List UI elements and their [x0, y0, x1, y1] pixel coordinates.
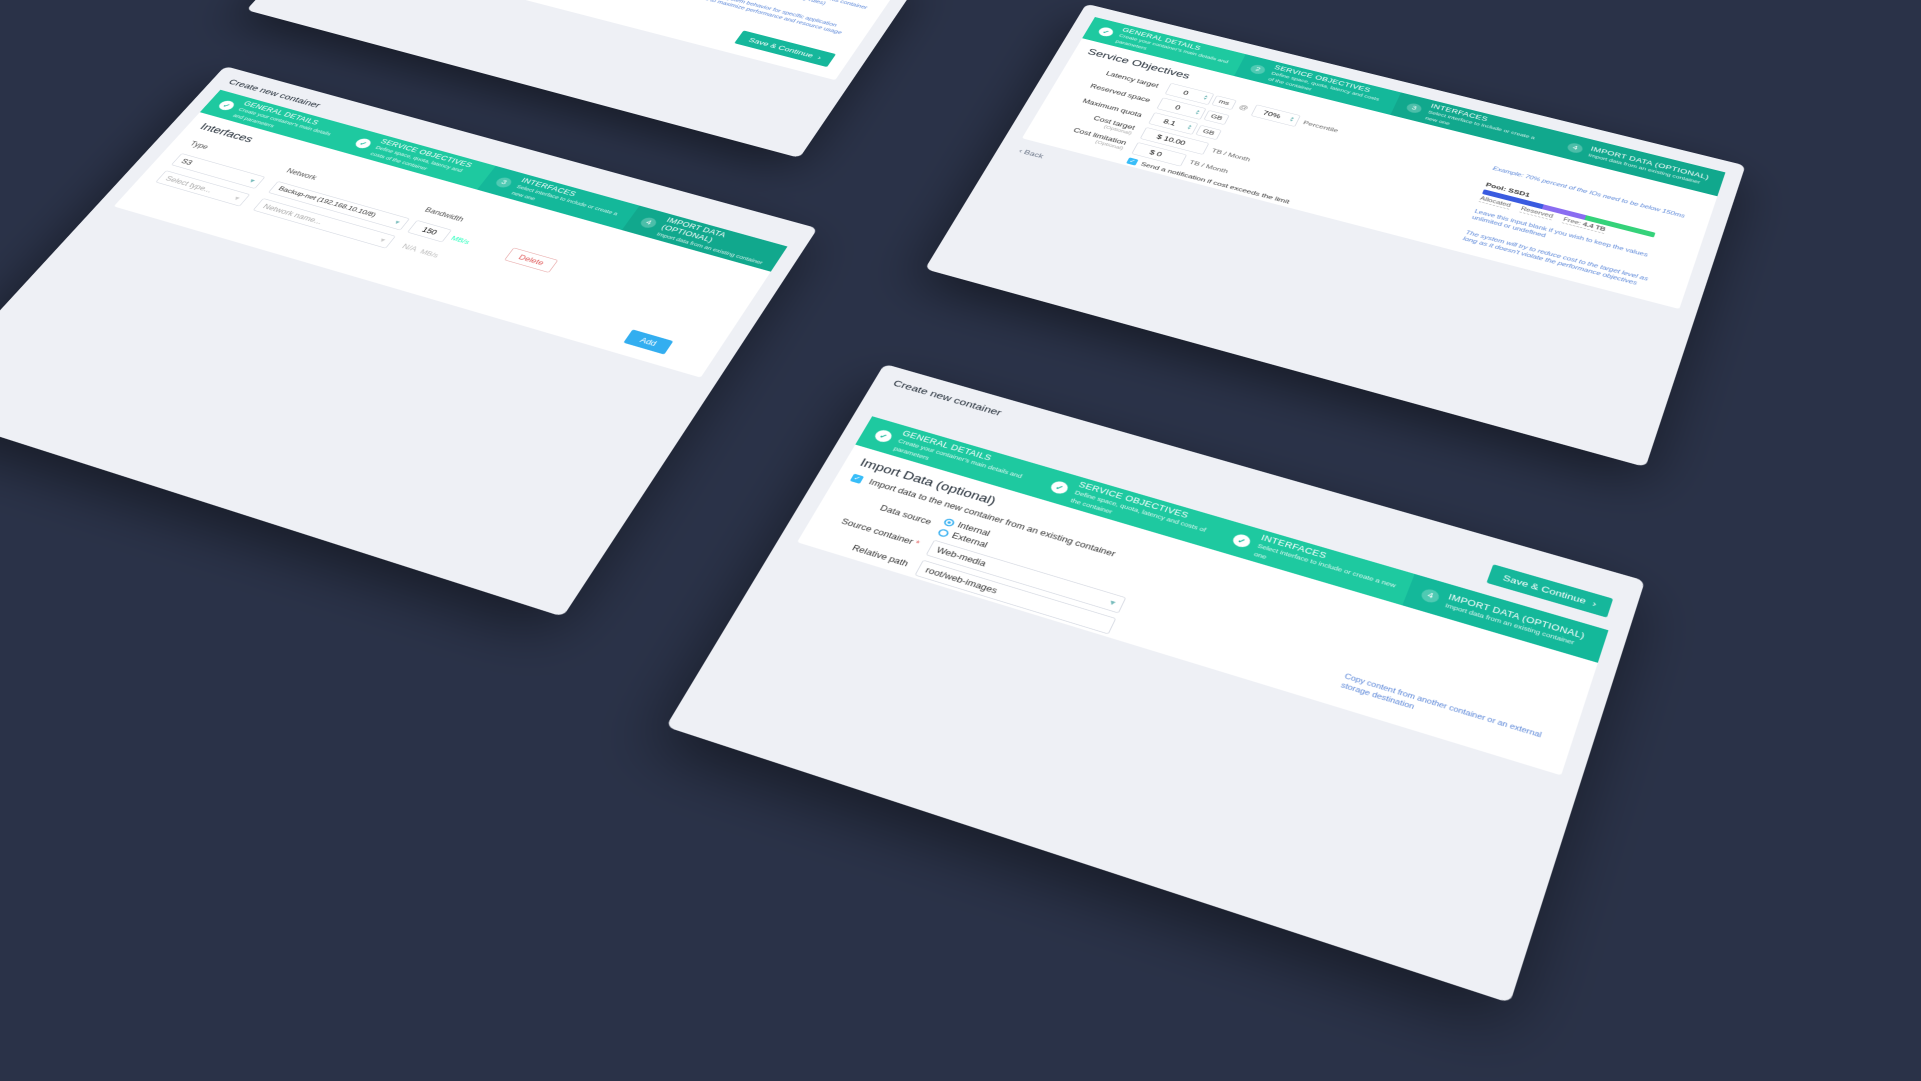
add-button[interactable]: Add — [623, 329, 673, 354]
reserved-unit[interactable]: GB — [1203, 110, 1229, 125]
latency-unit[interactable]: ms — [1211, 95, 1236, 110]
import-checkbox[interactable] — [849, 473, 863, 483]
back-button[interactable]: ‹ Back — [1017, 147, 1044, 159]
notify-checkbox[interactable] — [1126, 157, 1138, 165]
maxq-unit[interactable]: GB — [1195, 124, 1221, 139]
radio-internal[interactable] — [942, 517, 955, 527]
